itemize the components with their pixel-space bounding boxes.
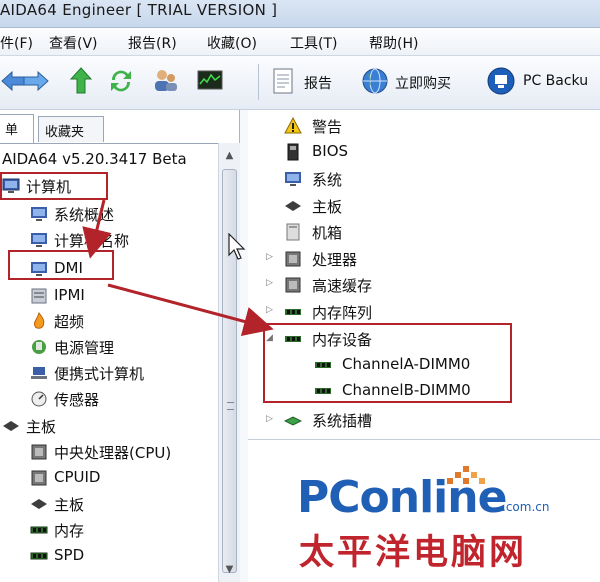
globe-icon[interactable] [360,66,390,96]
tree-item-label: 系统概述 [54,206,115,224]
highlight-box-memory-device [263,323,512,403]
computer-icon [31,207,47,221]
menu-tools[interactable]: 工具(T) [290,33,337,53]
slot-icon [284,416,302,426]
menu-report[interactable]: 报告(R) [128,33,177,53]
mouse-cursor-icon [228,233,246,260]
expand-arrow-icon[interactable]: ▷ [266,414,273,424]
tree-item-label: 内存 [54,522,85,540]
tree-item-label: BIOS [312,142,349,160]
motherboard-icon [285,201,301,211]
cpu-icon [31,470,47,486]
tree-item-label: 主板 [26,418,57,436]
memory-module-icon [30,526,48,534]
computer-icon [285,172,301,186]
tree-root-label: AIDA64 v5.20.3417 Beta [2,150,187,168]
highlight-box-computer [0,172,108,200]
monitor-chart-icon[interactable] [195,66,225,96]
report-icon[interactable] [268,66,298,96]
tree-item-label: 系统 [312,171,343,189]
tab-favorites[interactable]: 收藏夹 [38,116,104,142]
tree-item-label: IPMI [54,286,85,304]
pc-backup-button[interactable]: PC Backu [523,73,588,89]
scroll-up-icon[interactable]: ▲ [221,147,238,164]
tree-item-label: 主板 [312,198,343,216]
tree-item-label: 系统插槽 [312,412,373,430]
tree-item-label: 超频 [54,313,85,331]
expand-arrow-icon[interactable]: ▷ [266,252,273,262]
menu-file[interactable]: 件(F) [0,33,33,53]
bios-chip-icon [287,143,299,161]
tree-item-label: 机箱 [312,224,343,242]
refresh-icon[interactable] [106,66,136,96]
tree-item-label: 电源管理 [54,339,115,357]
gauge-icon [31,391,47,407]
expand-arrow-icon[interactable]: ▷ [266,278,273,288]
left-tabs: 单 收藏夹 [0,114,240,144]
pc-backup-icon[interactable] [486,66,516,96]
menu-bar: 件(F) 查看(V) 报告(R) 收藏(O) 工具(T) 帮助(H) [0,28,600,56]
left-scrollbar[interactable]: ▲ ▼ [218,143,240,582]
motherboard-icon [3,421,19,431]
watermark-chinese-name: 太平洋电脑网 [299,533,528,573]
up-arrow-icon[interactable] [66,66,96,96]
chassis-icon [286,223,300,241]
tab-menu[interactable]: 单 [0,114,34,144]
buy-now-button[interactable]: 立即购买 [395,73,451,93]
tree-item-label: 传感器 [54,391,100,409]
tree-item-label: SPD [54,546,85,564]
flame-icon [34,312,45,329]
menu-favorites[interactable]: 收藏(O) [207,33,257,53]
memory-module-icon [285,309,301,315]
server-icon [31,288,47,304]
report-button[interactable]: 报告 [304,73,332,93]
tree-item-label: 便携式计算机 [54,365,145,383]
toolbar-separator [258,64,259,100]
tree-item-label: 内存阵列 [312,304,373,322]
tree-item-label: 警告 [312,118,343,136]
watermark-brand: PConline [297,472,507,523]
memory-module-icon [30,552,48,560]
tree-item-label: 主板 [54,496,85,514]
toolbar: 报告 立即购买 PC Backu [0,56,600,110]
warning-icon [284,117,302,134]
forward-arrow-icon[interactable] [20,66,50,96]
tree-item-label: 中央处理器(CPU) [54,444,172,462]
scroll-down-icon[interactable]: ▼ [221,561,238,578]
power-plug-icon [32,340,46,354]
user-icon[interactable] [150,66,180,96]
tree-item-label: 高速缓存 [312,277,373,295]
pconline-watermark: PConline .com.cn 太平洋电脑网 [297,466,597,577]
left-tree: AIDA64 v5.20.3417 Beta 计算机 系统概述 计算机名称 DM… [0,143,218,582]
watermark-domain: .com.cn [502,500,550,514]
cpu-icon [285,251,301,267]
motherboard-icon [31,499,47,509]
highlight-box-dmi [8,250,114,280]
title-bar: AIDA64 Engineer [ TRIAL VERSION ] [0,0,600,28]
scroll-grip-icon [227,402,234,410]
window-title: AIDA64 Engineer [ TRIAL VERSION ] [0,1,278,19]
cpu-icon [285,277,301,293]
tree-item-label: 处理器 [312,251,358,269]
cpu-icon [31,444,47,460]
expand-arrow-icon[interactable]: ▷ [266,305,273,315]
menu-help[interactable]: 帮助(H) [369,33,418,53]
menu-view[interactable]: 查看(V) [49,33,98,53]
laptop-icon [31,367,47,379]
computer-icon [31,233,47,247]
tree-item-label: 计算机名称 [54,232,130,250]
tree-item-label: CPUID [54,468,101,486]
scrollbar-thumb[interactable] [222,169,237,573]
